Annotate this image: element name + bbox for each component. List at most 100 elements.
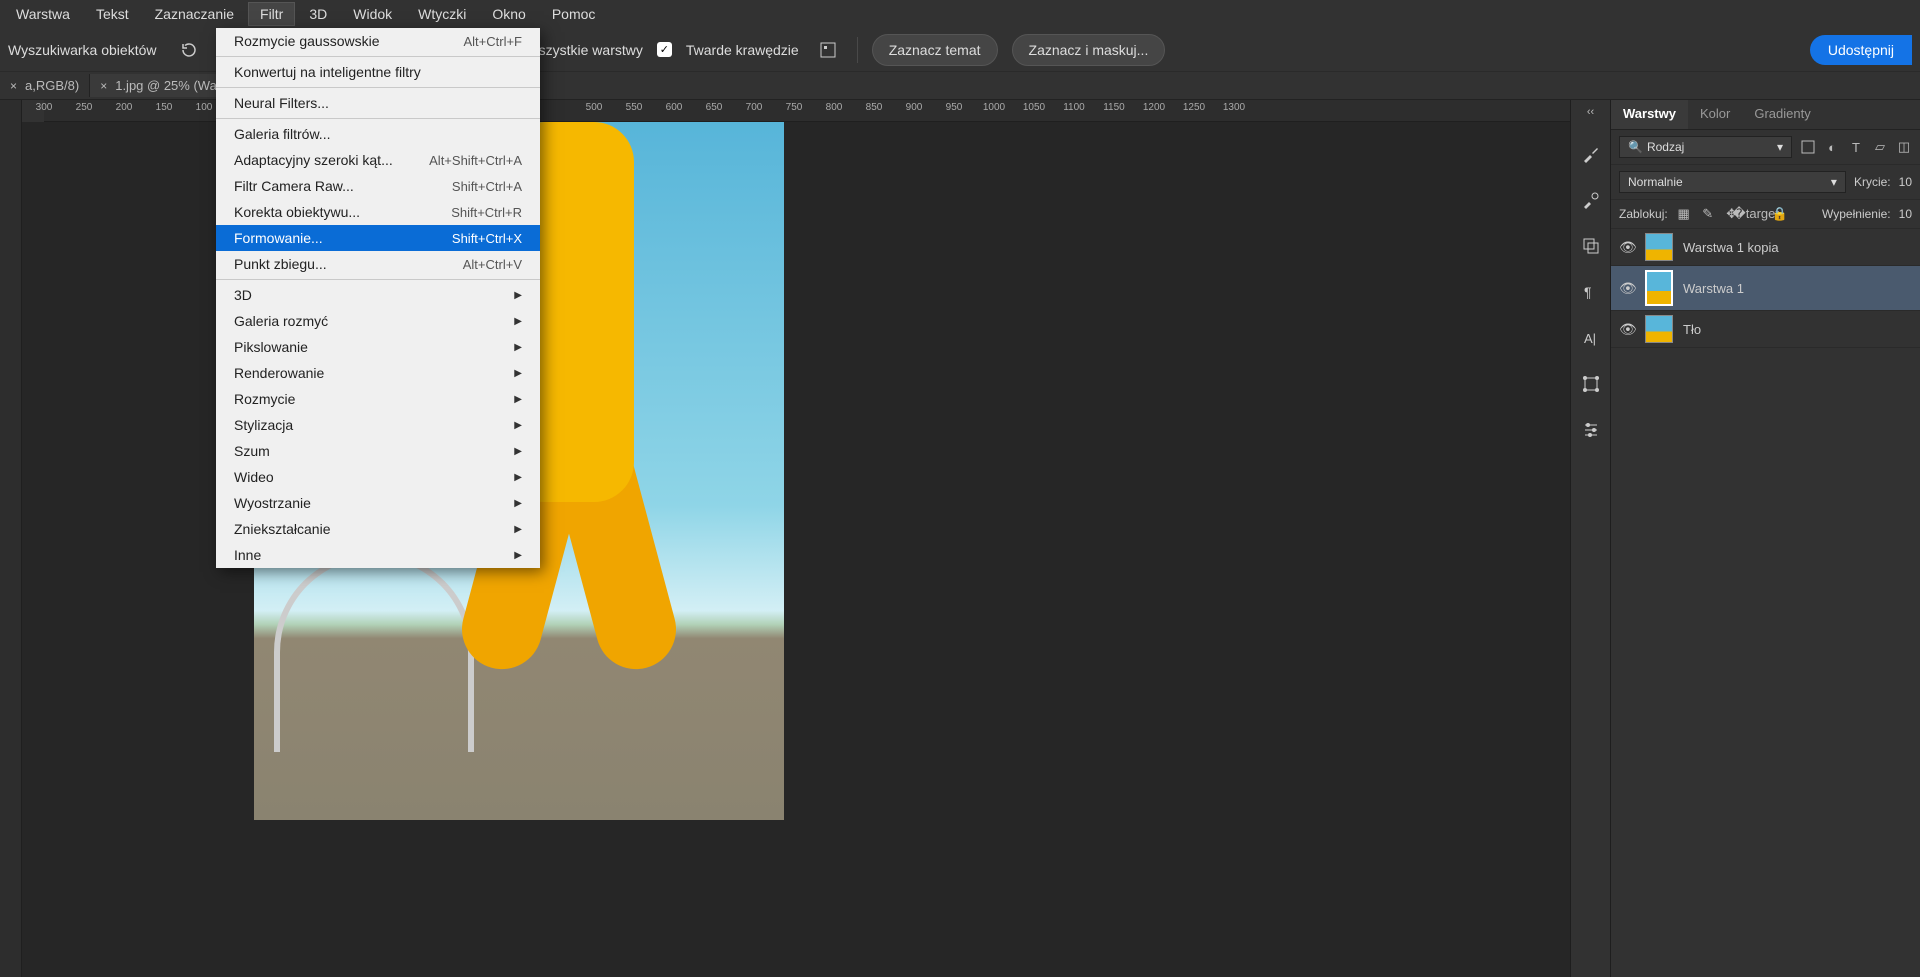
collapse-panels-icon[interactable]: ‹‹ bbox=[1587, 106, 1594, 118]
filter-menu-dropdown: Rozmycie gaussowskieAlt+Ctrl+F Konwertuj … bbox=[216, 28, 540, 568]
brush-settings-icon[interactable] bbox=[1581, 190, 1601, 210]
select-subject-button[interactable]: Zaznacz temat bbox=[872, 34, 998, 66]
document-tab[interactable]: ×a,RGB/8) bbox=[0, 74, 90, 97]
divider bbox=[857, 37, 858, 63]
menu-item[interactable]: Stylizacja▶ bbox=[216, 412, 540, 438]
layer-name[interactable]: Tło bbox=[1683, 322, 1701, 337]
chevron-down-icon: ▾ bbox=[1777, 140, 1783, 154]
menu-item[interactable]: 3D▶ bbox=[216, 282, 540, 308]
layer-thumbnail[interactable] bbox=[1645, 315, 1673, 343]
ruler-tick: 1050 bbox=[1023, 102, 1045, 113]
menu-item[interactable]: Pikslowanie▶ bbox=[216, 334, 540, 360]
refresh-icon[interactable] bbox=[180, 41, 198, 59]
svg-text:A|: A| bbox=[1584, 331, 1596, 346]
settings-icon[interactable] bbox=[813, 35, 843, 65]
menu-filtr[interactable]: Filtr bbox=[248, 2, 295, 26]
menu-item[interactable]: Renderowanie▶ bbox=[216, 360, 540, 386]
menu-item[interactable]: Adaptacyjny szeroki kąt...Alt+Shift+Ctrl… bbox=[216, 147, 540, 173]
menu-item-label: Stylizacja bbox=[234, 417, 293, 433]
menu-widok[interactable]: Widok bbox=[341, 2, 404, 26]
menu-item[interactable]: Rozmycie gaussowskieAlt+Ctrl+F bbox=[216, 28, 540, 54]
lock-pixels-icon[interactable]: ▦ bbox=[1676, 206, 1692, 222]
visibility-icon[interactable]: 👁 bbox=[1619, 321, 1635, 338]
ruler-tick: 550 bbox=[626, 102, 643, 113]
menu-item[interactable]: Inne▶ bbox=[216, 542, 540, 568]
panel-tab-gradienty[interactable]: Gradienty bbox=[1742, 100, 1822, 129]
brush-icon[interactable] bbox=[1581, 144, 1601, 164]
ruler-tick: 750 bbox=[786, 102, 803, 113]
layer-thumbnail[interactable] bbox=[1645, 270, 1673, 306]
layer-name[interactable]: Warstwa 1 bbox=[1683, 281, 1744, 296]
visibility-icon[interactable]: 👁 bbox=[1619, 239, 1635, 256]
menu-pomoc[interactable]: Pomoc bbox=[540, 2, 608, 26]
select-and-mask-button[interactable]: Zaznacz i maskuj... bbox=[1012, 34, 1166, 66]
close-icon[interactable]: × bbox=[10, 79, 17, 93]
filter-smart-icon[interactable]: ◫ bbox=[1896, 139, 1912, 155]
paragraph-icon[interactable]: ¶ bbox=[1581, 282, 1601, 302]
menu-zaznaczanie[interactable]: Zaznaczanie bbox=[143, 2, 246, 26]
menu-shortcut: Alt+Ctrl+V bbox=[463, 257, 522, 272]
menu-item[interactable]: Rozmycie▶ bbox=[216, 386, 540, 412]
lock-artboard-icon[interactable]: �target bbox=[1748, 206, 1764, 222]
menu-item-label: Wideo bbox=[234, 469, 274, 485]
filter-image-icon[interactable] bbox=[1800, 139, 1816, 155]
menu-item[interactable]: Punkt zbiegu...Alt+Ctrl+V bbox=[216, 251, 540, 277]
menu-okno[interactable]: Okno bbox=[480, 2, 537, 26]
menu-tekst[interactable]: Tekst bbox=[84, 2, 141, 26]
menu-item[interactable]: Galeria filtrów... bbox=[216, 121, 540, 147]
menu-warstwa[interactable]: Warstwa bbox=[4, 2, 82, 26]
opacity-value[interactable]: 10 bbox=[1899, 175, 1912, 189]
filter-type-icon[interactable]: T bbox=[1848, 139, 1864, 155]
layer-filter-select[interactable]: 🔍Rodzaj ▾ bbox=[1619, 136, 1792, 158]
ruler-tick: 250 bbox=[76, 102, 93, 113]
filter-adjustment-icon[interactable]: ◐ bbox=[1824, 139, 1840, 155]
menu-item-label: Konwertuj na inteligentne filtry bbox=[234, 64, 421, 80]
panel-tab-kolor[interactable]: Kolor bbox=[1688, 100, 1742, 129]
layer-name[interactable]: Warstwa 1 kopia bbox=[1683, 240, 1779, 255]
adjustments-icon[interactable] bbox=[1581, 420, 1601, 440]
share-button[interactable]: Udostępnij bbox=[1810, 35, 1912, 65]
menu-item[interactable]: Zniekształcanie▶ bbox=[216, 516, 540, 542]
submenu-arrow-icon: ▶ bbox=[514, 550, 522, 561]
layer-row[interactable]: 👁 Tło bbox=[1611, 311, 1920, 348]
menu-item[interactable]: Formowanie...Shift+Ctrl+X bbox=[216, 225, 540, 251]
close-icon[interactable]: × bbox=[100, 79, 107, 93]
clone-source-icon[interactable] bbox=[1581, 236, 1601, 256]
lock-brush-icon[interactable]: ✎ bbox=[1700, 206, 1716, 222]
menu-item-label: 3D bbox=[234, 287, 252, 303]
menu-item[interactable]: Neural Filters... bbox=[216, 90, 540, 116]
menu-item-label: Wyostrzanie bbox=[234, 495, 311, 511]
submenu-arrow-icon: ▶ bbox=[514, 446, 522, 457]
visibility-icon[interactable]: 👁 bbox=[1619, 280, 1635, 297]
menu-item[interactable]: Korekta obiektywu...Shift+Ctrl+R bbox=[216, 199, 540, 225]
ruler-tick: 700 bbox=[746, 102, 763, 113]
menu-item[interactable]: Galeria rozmyć▶ bbox=[216, 308, 540, 334]
submenu-arrow-icon: ▶ bbox=[514, 524, 522, 535]
panel-tab-warstwy[interactable]: Warstwy bbox=[1611, 100, 1688, 129]
layer-row[interactable]: 👁 Warstwa 1 bbox=[1611, 266, 1920, 311]
menu-item-label: Formowanie... bbox=[234, 230, 323, 246]
submenu-arrow-icon: ▶ bbox=[514, 368, 522, 379]
blend-mode-select[interactable]: Normalnie ▾ bbox=[1619, 171, 1846, 193]
menu-item[interactable]: Szum▶ bbox=[216, 438, 540, 464]
menu-item[interactable]: Wideo▶ bbox=[216, 464, 540, 490]
lock-all-icon[interactable]: 🔒 bbox=[1772, 206, 1788, 222]
menu-item-label: Pikslowanie bbox=[234, 339, 308, 355]
menu-item-label: Filtr Camera Raw... bbox=[234, 178, 354, 194]
fill-value[interactable]: 10 bbox=[1899, 207, 1912, 221]
menu-wtyczki[interactable]: Wtyczki bbox=[406, 2, 478, 26]
menu-shortcut: Shift+Ctrl+A bbox=[452, 179, 522, 194]
menu-item[interactable]: Filtr Camera Raw... Shift+Ctrl+A bbox=[216, 173, 540, 199]
character-icon[interactable]: A| bbox=[1581, 328, 1601, 348]
submenu-arrow-icon: ▶ bbox=[514, 498, 522, 509]
ruler-tick: 1250 bbox=[1183, 102, 1205, 113]
menu-item[interactable]: Konwertuj na inteligentne filtry bbox=[216, 59, 540, 85]
layer-thumbnail[interactable] bbox=[1645, 233, 1673, 261]
object-finder-label[interactable]: Wyszukiwarka obiektów bbox=[8, 42, 156, 58]
transform-icon[interactable] bbox=[1581, 374, 1601, 394]
menu-item[interactable]: Wyostrzanie ▶ bbox=[216, 490, 540, 516]
filter-shape-icon[interactable]: ▱ bbox=[1872, 139, 1888, 155]
menu-3d[interactable]: 3D bbox=[297, 2, 339, 26]
layer-row[interactable]: 👁 Warstwa 1 kopia bbox=[1611, 229, 1920, 266]
hard-edges-checkbox[interactable]: ✓ bbox=[657, 42, 672, 57]
